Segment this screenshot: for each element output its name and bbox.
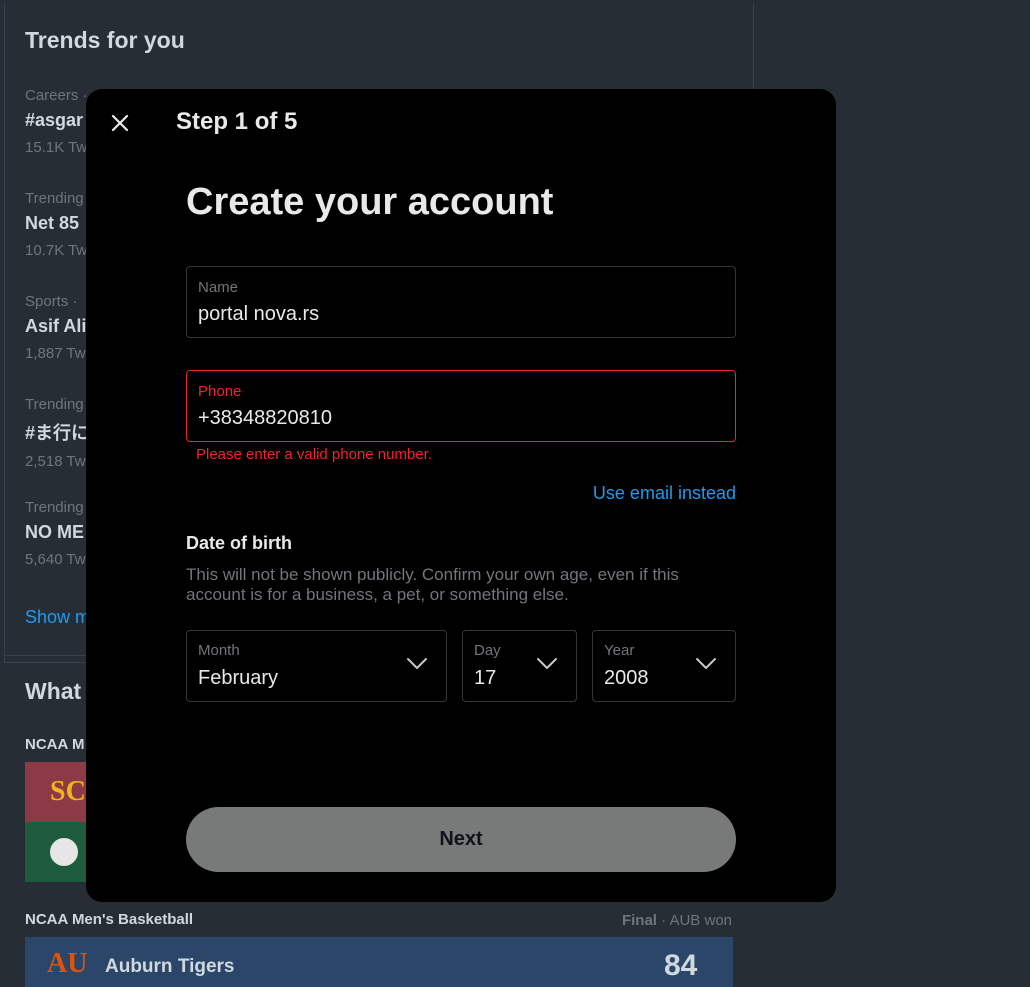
usc-logo-icon: SC <box>50 776 86 807</box>
ram-logo-icon <box>47 835 81 869</box>
name-label: Name <box>198 279 239 296</box>
year-label: Year <box>604 642 635 659</box>
trend-count: 2,518 Tw <box>25 453 86 470</box>
event-status-final: Final <box>621 912 657 929</box>
next-button[interactable]: Next <box>186 807 736 872</box>
modal-title: Create your account <box>186 181 554 223</box>
trend-meta: Trending <box>25 396 84 413</box>
event-status-result: · AUB won <box>656 912 732 929</box>
phone-label: Phone <box>198 383 242 400</box>
event-label: NCAA M <box>25 736 85 753</box>
name-value[interactable]: portal nova.rs <box>198 303 319 326</box>
trend-item[interactable]: Trending Net 85 10.7K Tw <box>25 190 87 259</box>
phone-value[interactable]: +38348820810 <box>198 407 332 430</box>
trend-count: 10.7K Tw <box>25 242 88 259</box>
use-email-link[interactable]: Use email instead <box>593 483 736 504</box>
trend-meta: Sports · <box>25 293 78 310</box>
trend-item[interactable]: Sports · Asif Ali 1,887 Tw <box>25 293 86 362</box>
trend-name: Net 85 <box>25 213 80 233</box>
phone-field[interactable]: Phone +38348820810 <box>186 370 736 442</box>
whats-happening-title: What <box>25 678 82 704</box>
chevron-down-icon <box>407 658 427 669</box>
year-value: 2008 <box>604 667 649 689</box>
trend-count: 1,887 Tw <box>25 345 86 362</box>
year-select[interactable]: Year 2008 <box>592 630 736 702</box>
trend-name: #ま行に <box>25 423 90 443</box>
day-select[interactable]: Day 17 <box>462 630 577 702</box>
trend-item[interactable]: Careers · #asgar 15.1K Tw <box>25 87 88 156</box>
team-name: Auburn Tigers <box>105 956 235 977</box>
auburn-logo-icon: AU <box>47 948 88 979</box>
trend-item[interactable]: Trending NO ME 5,640 Tw <box>25 499 86 568</box>
show-more-link[interactable]: Show m <box>25 607 90 628</box>
trend-name: #asgar <box>25 110 84 130</box>
trend-name: Asif Ali <box>25 316 87 336</box>
month-label: Month <box>198 642 240 659</box>
close-icon <box>111 114 129 132</box>
chevron-down-icon <box>696 658 716 669</box>
month-value: February <box>198 667 279 689</box>
chevron-down-icon <box>537 658 557 669</box>
name-field[interactable]: Name portal nova.rs <box>186 266 736 338</box>
step-indicator: Step 1 of 5 <box>176 108 298 135</box>
trend-meta: Trending <box>25 499 84 516</box>
trend-meta: Trending <box>25 190 84 207</box>
event-status: Final · AUB won <box>622 912 732 929</box>
trend-name: NO ME <box>25 522 85 542</box>
dob-heading: Date of birth <box>186 533 292 553</box>
day-label: Day <box>474 642 501 659</box>
trend-item[interactable]: Trending #ま行に 2,518 Tw <box>25 396 89 470</box>
signup-modal: Step 1 of 5 Create your account Name por… <box>86 89 836 902</box>
close-button[interactable] <box>104 107 136 139</box>
dob-note: This will not be shown publicly. Confirm… <box>186 565 679 604</box>
event-label: NCAA Men's Basketball <box>25 911 194 928</box>
trend-meta: Careers · <box>25 87 88 104</box>
team-score: 84 <box>664 949 698 982</box>
trends-title: Trends for you <box>25 27 185 53</box>
phone-error-message: Please enter a valid phone number. <box>196 446 432 463</box>
month-select[interactable]: Month February <box>186 630 447 702</box>
day-value: 17 <box>474 667 497 689</box>
trend-count: 15.1K Tw <box>25 139 88 156</box>
trend-count: 5,640 Tw <box>25 551 86 568</box>
